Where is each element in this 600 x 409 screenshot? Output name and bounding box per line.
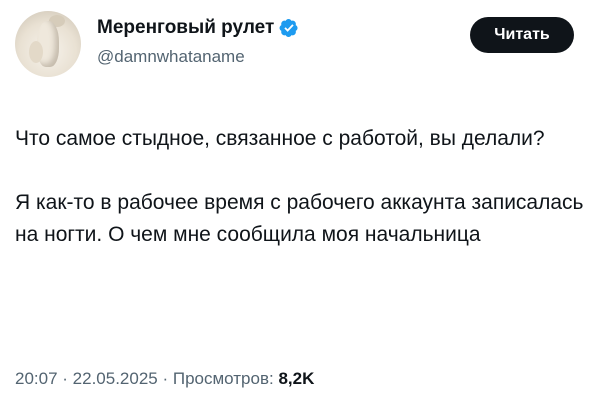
tweet-paragraph: Что самое стыдное, связанное с работой, … [15, 127, 545, 150]
author-handle[interactable]: @damnwhataname [97, 47, 245, 67]
tweet-card: Меренговый рулет @damnwhataname Читать Ч… [0, 0, 600, 409]
meta-separator: · [57, 369, 73, 388]
meta-separator: · [157, 369, 173, 388]
tweet-date[interactable]: 22.05.2025 [73, 369, 158, 388]
tweet-paragraph: Я как-то в рабочее время с рабочего акка… [15, 191, 584, 246]
avatar[interactable] [15, 11, 81, 77]
tweet-text: Что самое стыдное, связанное с работой, … [15, 123, 585, 251]
tweet-time[interactable]: 20:07 [15, 369, 58, 388]
verified-badge-icon [279, 19, 298, 37]
tweet-meta: 20:07 · 22.05.2025 · Просмотров: 8,2K [15, 369, 314, 389]
author-name-row: Меренговый рулет [97, 17, 299, 39]
author-display-name[interactable]: Меренговый рулет [97, 17, 274, 39]
views-count[interactable]: 8,2K [278, 369, 314, 388]
follow-button[interactable]: Читать [470, 17, 574, 53]
avatar-detail [29, 41, 43, 63]
views-label: Просмотров: [172, 369, 279, 388]
